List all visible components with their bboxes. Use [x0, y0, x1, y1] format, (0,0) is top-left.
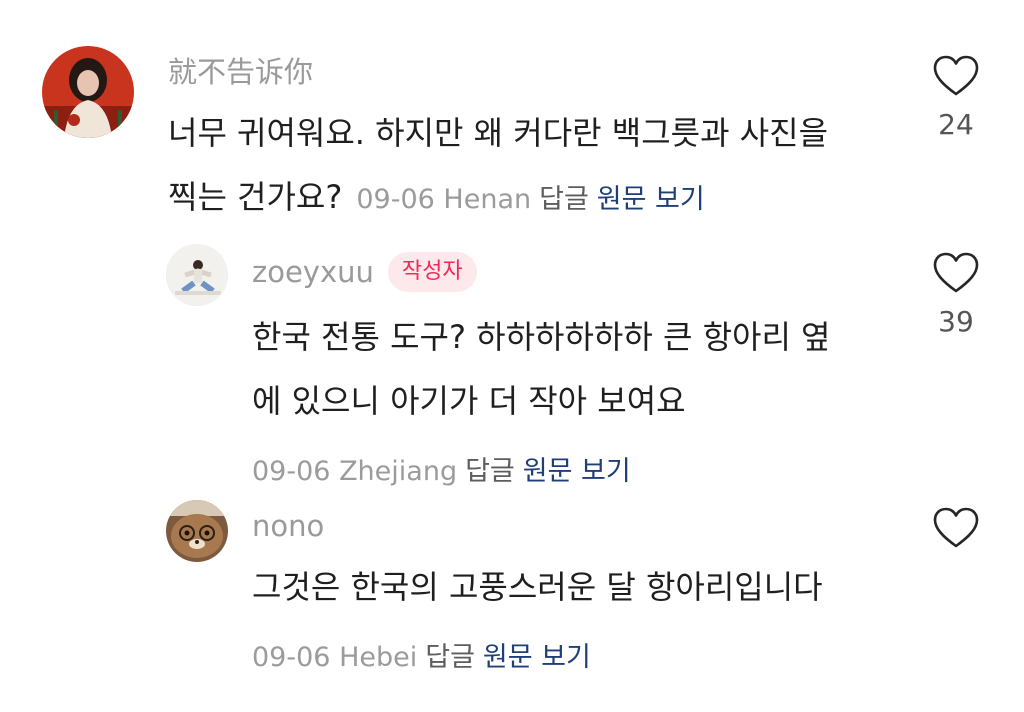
view-original-link[interactable]: 원문 보기 [523, 456, 631, 487]
view-original-link[interactable]: 원문 보기 [597, 184, 705, 215]
comment-text-line-2: 찍는 건가요? 09-06 Henan 답글 원문 보기 [168, 165, 828, 232]
comment-meta: 09-06 Zhejiang 답글 원문 보기 [252, 449, 831, 488]
reply-button[interactable]: 답글 [425, 642, 475, 673]
avatar[interactable] [166, 500, 228, 562]
like-control[interactable]: 24 [932, 55, 980, 143]
comment-text: 너무 귀여워요. 하지만 왜 커다란 백그릇과 사진을 찍는 건가요? 09-06… [168, 101, 828, 232]
comment-text: 그것은 한국의 고풍스러운 달 항아리입니다 [252, 555, 823, 619]
comment-meta: 09-06 Henan 답글 원문 보기 [356, 184, 704, 215]
like-control[interactable]: 39 [932, 252, 980, 340]
like-control[interactable] [932, 507, 980, 549]
comment-meta: 09-06 Hebei 답글 원문 보기 [252, 635, 823, 674]
heart-icon[interactable] [933, 252, 979, 294]
comment-location: Henan [443, 184, 532, 215]
comment-text-tail: 찍는 건가요? [168, 178, 343, 216]
comment-text-line: 그것은 한국의 고풍스러운 달 항아리입니다 [252, 568, 823, 606]
comment-username[interactable]: nono [252, 508, 823, 544]
avatar[interactable] [166, 244, 228, 306]
username-text[interactable]: zoeyxuu [252, 254, 374, 290]
comment-username[interactable]: 就不告诉你 [168, 54, 828, 90]
comment-date: 09-06 [252, 642, 331, 673]
comment-text-line-2: 에 있으니 아기가 더 작아 보여요 [252, 382, 686, 420]
like-count: 24 [938, 108, 974, 141]
author-badge: 작성자 [387, 252, 477, 292]
comment-date: 09-06 [252, 456, 331, 487]
reply-button[interactable]: 답글 [465, 456, 515, 487]
comment-date: 09-06 [356, 184, 435, 215]
view-original-link[interactable]: 원문 보기 [483, 642, 591, 673]
reply-button[interactable]: 답글 [539, 184, 589, 215]
comment-username: zoeyxuu 작성자 [252, 252, 831, 292]
comment-location: Zhejiang [339, 456, 458, 487]
like-count: 39 [938, 305, 974, 338]
comment-text-line: 너무 귀여워요. 하지만 왜 커다란 백그릇과 사진을 [168, 114, 829, 152]
comment-text: 한국 전통 도구? 하하하하하하 큰 항아리 옆 에 있으니 아기가 더 작아 … [252, 305, 831, 433]
comment-location: Hebei [339, 642, 418, 673]
comment-text-line: 한국 전통 도구? 하하하하하하 큰 항아리 옆 [252, 318, 831, 356]
avatar[interactable] [42, 46, 134, 138]
heart-icon[interactable] [933, 55, 979, 97]
heart-icon[interactable] [933, 507, 979, 549]
